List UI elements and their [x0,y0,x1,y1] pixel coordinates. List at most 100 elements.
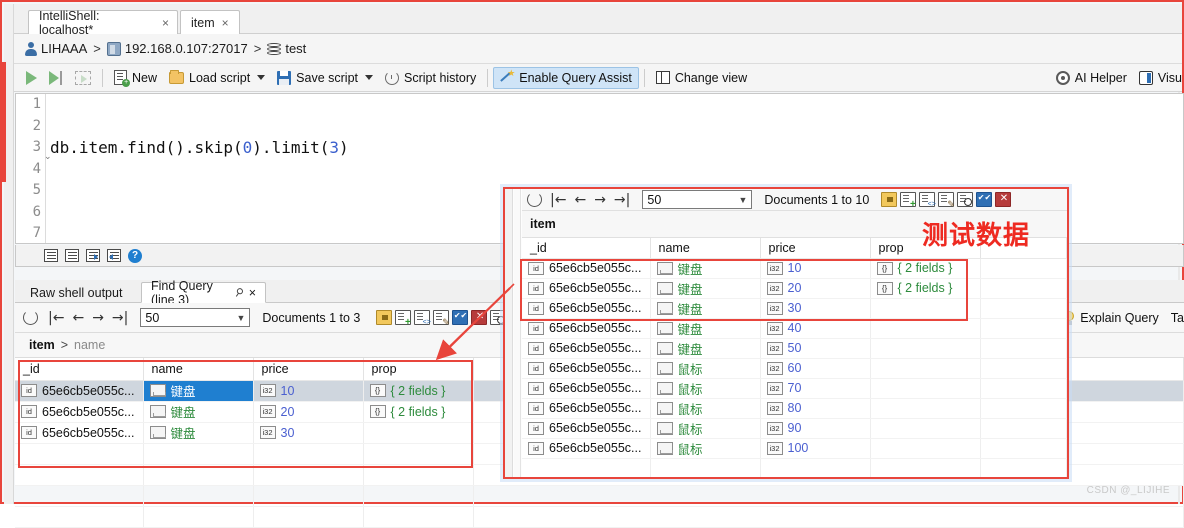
cell-price[interactable]: i32 50 [760,338,871,359]
view-json-icon[interactable] [918,192,936,209]
run-selection-button[interactable] [69,67,97,89]
refresh-icon[interactable] [527,192,542,207]
cell-name[interactable]: 键盘 [143,401,254,423]
cell-price[interactable]: i32 10 [253,380,364,402]
cell-id[interactable]: id 65e6cb5e055c... [522,318,651,339]
cell-price[interactable]: i32 40 [760,318,871,339]
cell-prop[interactable] [363,422,474,444]
lock-icon[interactable] [880,192,897,207]
cell-name[interactable]: 键盘 [650,298,761,319]
enable-query-assist-button[interactable]: Enable Query Assist [493,66,639,89]
cell-id[interactable]: id 65e6cb5e055c... [15,401,144,423]
pin-icon[interactable]: ⚲ [232,285,246,300]
close-icon[interactable]: × [249,286,256,300]
table-row[interactable]: id 65e6cb5e055c... 鼠标 i32 90 [522,418,1067,439]
cell-name[interactable]: 键盘 [143,422,254,444]
cell-name[interactable]: 键盘 [143,380,254,402]
cell-price[interactable]: i32 70 [760,378,871,399]
cell-id[interactable]: id 65e6cb5e055c... [522,278,651,299]
column-header-prop[interactable]: prop [363,358,474,381]
edit-document-icon[interactable] [937,192,955,209]
refresh-icon[interactable] [23,310,38,325]
help-icon[interactable]: ? [128,248,142,263]
cell-id[interactable]: id 65e6cb5e055c... [522,398,651,419]
breadcrumb-database[interactable]: test [285,41,306,56]
last-page-icon[interactable]: →| [610,192,634,208]
overlay-column-header-name[interactable]: name [650,238,761,259]
table-row[interactable]: id 65e6cb5e055c... 鼠标 i32 100 [522,438,1067,459]
wrap-lines-icon[interactable] [65,249,79,262]
table-row[interactable]: id 65e6cb5e055c... 鼠标 i32 80 [522,398,1067,419]
table-row[interactable]: id 65e6cb5e055c... 键盘 i32 40 [522,318,1067,339]
next-page-icon[interactable]: → [88,310,108,326]
cell-name[interactable]: 键盘 [650,278,761,299]
cancel-icon[interactable] [470,310,487,325]
cell-prop[interactable] [870,378,981,399]
explain-query-button[interactable]: Explain Query [1057,307,1165,329]
table-row[interactable]: id 65e6cb5e055c... 键盘 i32 50 [522,338,1067,359]
first-page-icon[interactable]: |← [44,310,68,326]
column-header-name[interactable]: name [143,358,254,381]
cell-price[interactable]: i32 30 [760,298,871,319]
cell-prop[interactable]: {} { 2 fields } [363,380,474,402]
chevron-down-icon[interactable] [257,75,266,80]
cell-name[interactable]: 鼠标 [650,358,761,379]
cancel-icon[interactable] [994,192,1011,207]
indent-left-icon[interactable] [107,249,121,262]
run-button[interactable] [20,67,43,89]
cell-prop[interactable] [870,338,981,359]
cell-name[interactable]: 键盘 [650,258,761,279]
result-breadcrumb-collection[interactable]: item [29,338,55,352]
previous-page-icon[interactable]: ← [570,192,590,208]
cell-price[interactable]: i32 100 [760,438,871,459]
cell-prop[interactable] [870,398,981,419]
cell-prop[interactable] [870,418,981,439]
last-page-icon[interactable]: →| [108,310,132,326]
change-view-button[interactable]: Change view [650,67,753,89]
indent-right-icon[interactable] [86,249,100,262]
tab-intellishell[interactable]: IntelliShell: localhost* × [28,9,178,37]
cell-prop[interactable]: {} { 2 fields } [870,278,981,299]
previous-page-icon[interactable]: ← [68,310,88,326]
cell-id[interactable]: id 65e6cb5e055c... [15,422,144,444]
cell-price[interactable]: i32 20 [253,401,364,423]
table-row[interactable]: id 65e6cb5e055c... 鼠标 i32 70 [522,378,1067,399]
breadcrumb-server[interactable]: 192.168.0.107:27017 [125,41,248,56]
next-page-icon[interactable]: → [590,192,610,208]
cell-id[interactable]: id 65e6cb5e055c... [522,258,651,279]
cell-price[interactable]: i32 90 [760,418,871,439]
cell-name[interactable]: 鼠标 [650,438,761,459]
tab-raw-shell-output[interactable]: Raw shell output [21,282,139,303]
cell-id[interactable]: id 65e6cb5e055c... [522,338,651,359]
cell-prop[interactable]: {} { 2 fields } [363,401,474,423]
result-breadcrumb-field[interactable]: name [74,338,105,352]
table-view-button[interactable]: Ta [1165,307,1184,329]
tab-find-query[interactable]: Find Query (line 3) ⚲ × [141,279,266,307]
cell-name[interactable]: 鼠标 [650,378,761,399]
find-document-icon[interactable] [956,192,973,207]
run-to-cursor-button[interactable] [43,67,69,89]
insert-document-icon[interactable] [394,310,411,327]
view-json-icon[interactable] [413,310,431,327]
cell-id[interactable]: id 65e6cb5e055c... [522,438,651,459]
table-row[interactable]: id 65e6cb5e055c... 键盘 i32 20 {} { 2 fields } [522,278,1067,299]
cell-id[interactable]: id 65e6cb5e055c... [522,358,651,379]
load-script-button[interactable]: Load script [163,67,271,89]
cell-price[interactable]: i32 30 [253,422,364,444]
breadcrumb-user[interactable]: LIHAAA [41,41,87,56]
cell-name[interactable]: 键盘 [650,338,761,359]
script-history-button[interactable]: Script history [379,67,482,89]
lock-icon[interactable] [375,310,392,325]
cell-id[interactable]: id 65e6cb5e055c... [522,418,651,439]
visualize-button[interactable]: Visu [1133,67,1182,89]
table-row[interactable]: id 65e6cb5e055c... 鼠标 i32 60 [522,358,1067,379]
ai-helper-button[interactable]: AI Helper [1050,67,1133,89]
overlay-page-size-select[interactable]: 50 ▼ [642,190,753,209]
first-page-icon[interactable]: |← [546,192,570,208]
save-script-button[interactable]: Save script [271,67,379,89]
cell-prop[interactable] [870,298,981,319]
tab-item[interactable]: item × [180,10,240,34]
confirm-icon[interactable] [975,192,992,207]
table-row[interactable]: id 65e6cb5e055c... 键盘 i32 30 [522,298,1067,319]
cell-prop[interactable] [870,318,981,339]
